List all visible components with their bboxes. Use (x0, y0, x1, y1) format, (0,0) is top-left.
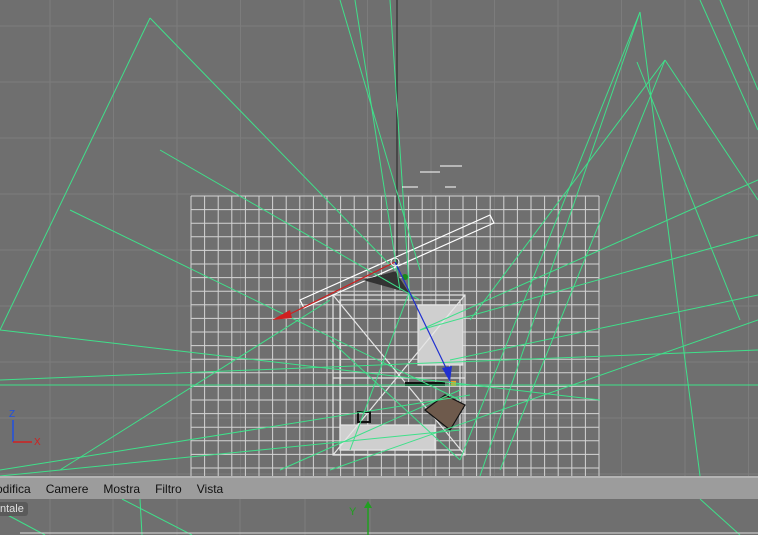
text-object-lines (402, 165, 462, 188)
menu-modifica[interactable]: odifica (0, 482, 31, 496)
viewport-menu-bar: odifica Camere Mostra Filtro Vista (0, 476, 758, 499)
line (699, 0, 758, 131)
menu-vista[interactable]: Vista (197, 482, 223, 496)
line (636, 61, 741, 321)
line (339, 0, 421, 271)
lower-viewport[interactable]: Y (0, 499, 758, 535)
menu-camere[interactable]: Camere (46, 482, 89, 496)
menu-mostra[interactable]: Mostra (103, 482, 140, 496)
line (0, 429, 461, 476)
line (419, 179, 758, 331)
viewport-3d[interactable]: Z X (0, 0, 758, 476)
axis-label-y: Y (349, 506, 357, 518)
background-grid (0, 0, 758, 476)
line (469, 59, 666, 321)
axis-label-x: X (34, 437, 41, 448)
line (499, 59, 666, 471)
line (0, 17, 151, 331)
viewport-name-label: ntale (0, 502, 28, 516)
axis-indicator: Z X (9, 409, 41, 448)
menu-filtro[interactable]: Filtro (155, 482, 182, 496)
line (664, 59, 758, 201)
axis-label-z: Z (9, 409, 15, 420)
line (329, 319, 758, 471)
line (719, 0, 758, 91)
